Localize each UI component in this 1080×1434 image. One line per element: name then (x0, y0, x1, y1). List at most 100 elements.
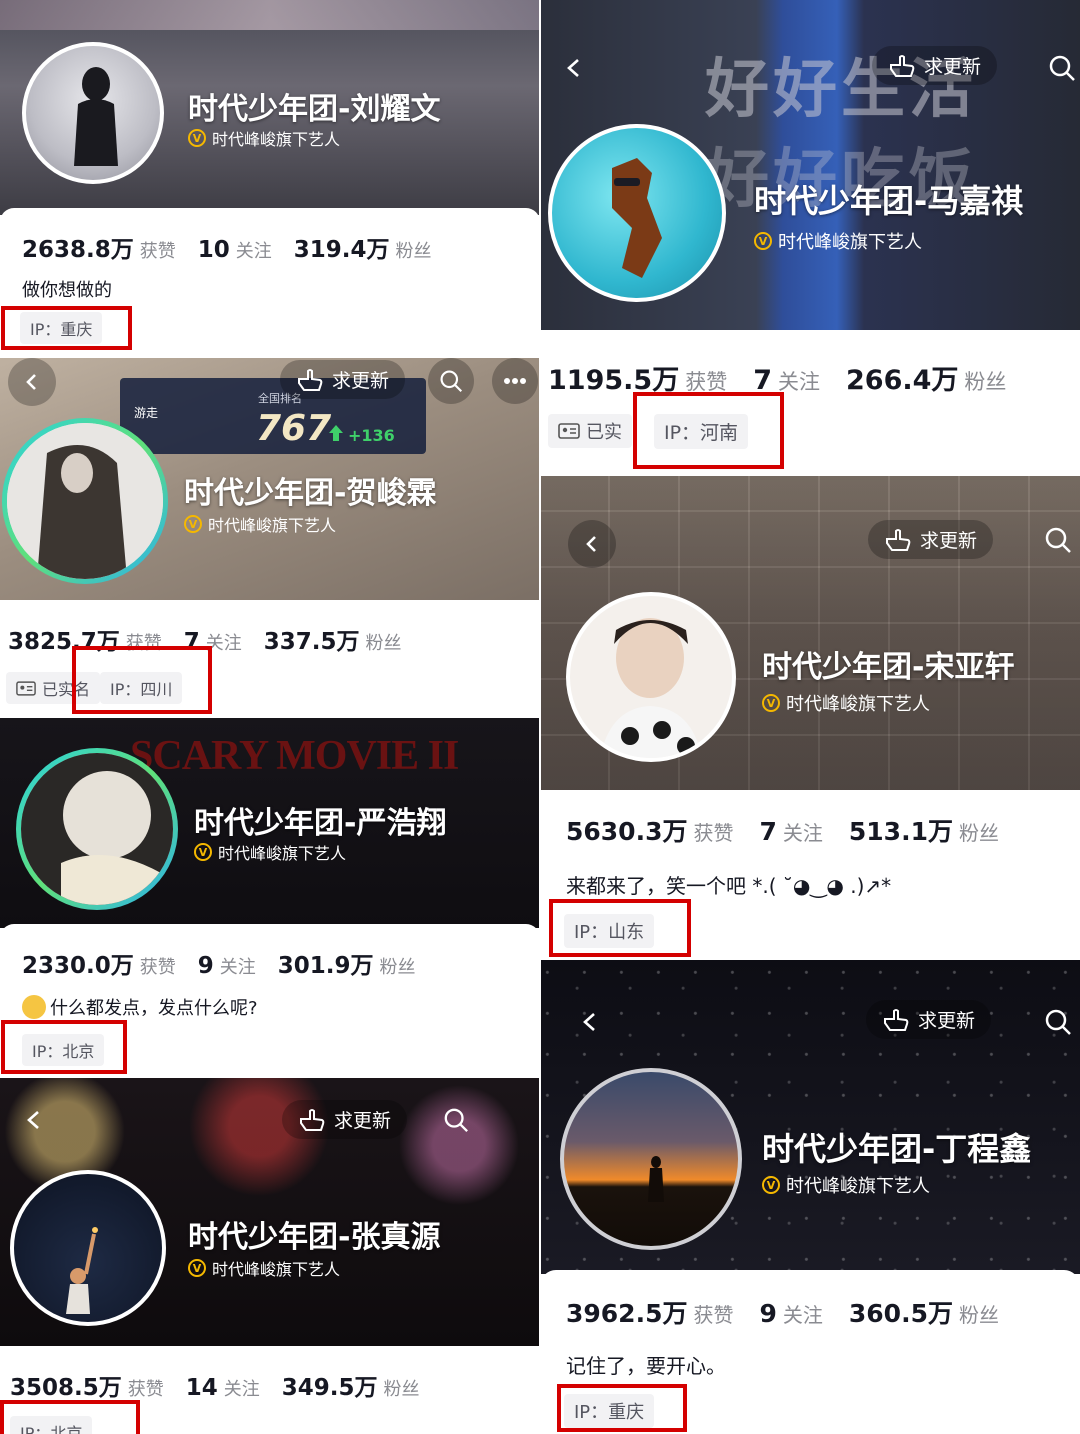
request-update-button[interactable]: 求更新 (872, 46, 998, 85)
hand-point-icon (886, 528, 911, 551)
verified-line: V 时代峰峻旗下艺人 (184, 512, 336, 536)
avatar[interactable] (566, 592, 736, 762)
stats-row: 2638.8万 获赞 10 关注 319.4万 粉丝 (22, 230, 432, 264)
fans-stat[interactable]: 301.9万 粉丝 (278, 946, 416, 980)
verified-text: 时代峰峻旗下艺人 (208, 516, 337, 535)
profile-name: 时代少年团-丁程鑫 (762, 1130, 1032, 1168)
likes-stat[interactable]: 5630.3万 获赞 (566, 812, 733, 848)
fans-label: 粉丝 (383, 1379, 420, 1400)
ip-highlight-box (0, 1400, 140, 1434)
avatar[interactable] (548, 124, 726, 302)
fans-stat[interactable]: 319.4万 粉丝 (294, 230, 432, 264)
following-label: 关注 (223, 1379, 260, 1400)
fans-count: 301.9万 (277, 953, 374, 979)
likes-count: 2330.0万 (22, 953, 134, 979)
avatar[interactable] (22, 42, 164, 184)
ip-highlight-box (549, 899, 691, 957)
profile-name: 时代少年团-贺峻霖 (184, 476, 437, 511)
search-button[interactable] (428, 358, 474, 404)
ip-highlight-box (1, 1020, 127, 1074)
ip-highlight-box (1, 306, 132, 350)
fans-label: 粉丝 (964, 370, 1007, 394)
avatar-photo (600, 618, 702, 758)
following-stat[interactable]: 14 关注 (186, 1375, 260, 1401)
request-update-button[interactable]: 求更新 (282, 1100, 408, 1139)
request-update-label: 求更新 (924, 56, 982, 78)
fans-label: 粉丝 (365, 633, 402, 654)
verified-icon: V (762, 694, 780, 712)
fans-stat[interactable]: 513.1万 粉丝 (849, 812, 999, 848)
following-label: 关注 (235, 241, 272, 262)
back-icon (583, 1013, 595, 1031)
verified-icon: V (184, 515, 202, 533)
profile-bio: 来都来了，笑一个吧 *.( ˘◕‿◕ .)↗* (566, 874, 892, 898)
request-update-label: 求更新 (334, 1110, 392, 1132)
back-icon (586, 536, 596, 552)
banner-mountain-decoration (0, 0, 540, 30)
likes-label: 获赞 (127, 1379, 164, 1400)
hand-point-icon (298, 368, 323, 391)
following-count: 9 (197, 953, 214, 979)
hand-point-icon (300, 1108, 325, 1131)
profile-name: 时代少年团-严浩翔 (194, 806, 447, 841)
request-update-label: 求更新 (918, 1010, 976, 1032)
back-button[interactable] (568, 520, 616, 568)
rank-change: +136 (348, 426, 395, 445)
verified-text: 时代峰峻旗下艺人 (212, 1260, 341, 1279)
verified-icon: V (762, 1176, 780, 1194)
back-button[interactable] (554, 48, 594, 88)
id-card-icon (16, 680, 36, 696)
verified-text: 时代峰峻旗下艺人 (786, 694, 930, 715)
fans-count: 337.5万 (263, 629, 360, 655)
request-update-label: 求更新 (332, 370, 390, 392)
back-button[interactable] (14, 1100, 54, 1140)
search-button[interactable] (1038, 1002, 1078, 1042)
likes-stat[interactable]: 3508.5万 获赞 (10, 1368, 164, 1402)
following-count: 7 (759, 817, 777, 846)
fans-stat[interactable]: 266.4万 粉丝 (846, 358, 1006, 397)
search-button[interactable] (1042, 48, 1080, 88)
search-icon (1049, 55, 1075, 81)
avatar[interactable] (16, 748, 178, 910)
following-stat[interactable]: 9 关注 (759, 1299, 822, 1328)
following-stat[interactable]: 7 关注 (759, 817, 822, 846)
stats-row: 2330.0万 获赞 9 关注 301.9万 粉丝 (22, 946, 416, 980)
avatar-photo (21, 753, 173, 905)
profile-name: 时代少年团-张真源 (188, 1220, 441, 1255)
verified-line: V 时代峰峻旗下艺人 (762, 690, 930, 716)
back-icon (27, 1111, 39, 1129)
verified-text: 时代峰峻旗下艺人 (786, 1176, 930, 1197)
following-count: 9 (759, 1299, 777, 1328)
following-count: 10 (197, 237, 230, 263)
fans-stat[interactable]: 349.5万 粉丝 (282, 1368, 420, 1402)
following-count: 14 (185, 1375, 218, 1401)
avatar[interactable] (560, 1068, 742, 1250)
fans-count: 266.4万 (846, 365, 959, 396)
avatar[interactable] (10, 1170, 166, 1326)
id-card-icon (558, 423, 580, 439)
rank-side-label: 游走 (134, 406, 159, 420)
likes-stat[interactable]: 3962.5万 获赞 (566, 1294, 733, 1330)
avatar[interactable] (2, 418, 168, 584)
verified-icon: V (194, 843, 212, 861)
request-update-button[interactable]: 求更新 (868, 520, 994, 559)
fans-stat[interactable]: 360.5万 粉丝 (849, 1294, 999, 1330)
profile-name: 时代少年团-宋亚轩 (762, 650, 1015, 685)
request-update-button[interactable]: 求更新 (866, 1000, 992, 1039)
banner-title: SCARY MOVIE II (130, 733, 459, 779)
search-button[interactable] (1038, 520, 1078, 560)
avatar-silhouette (74, 67, 118, 166)
following-stat[interactable]: 9 关注 (198, 953, 256, 979)
fans-stat[interactable]: 337.5万 粉丝 (264, 622, 402, 656)
more-button[interactable] (492, 358, 538, 404)
likes-stat[interactable]: 2638.8万 获赞 (22, 230, 176, 264)
search-button[interactable] (436, 1100, 476, 1140)
following-label: 关注 (778, 370, 820, 394)
back-button[interactable] (570, 1002, 610, 1042)
hand-point-icon (884, 1008, 909, 1031)
request-update-button[interactable]: 求更新 (280, 360, 406, 399)
following-stat[interactable]: 10 关注 (198, 237, 272, 263)
likes-label: 获赞 (139, 241, 176, 262)
likes-stat[interactable]: 2330.0万 获赞 (22, 946, 176, 980)
back-button[interactable] (8, 358, 56, 406)
